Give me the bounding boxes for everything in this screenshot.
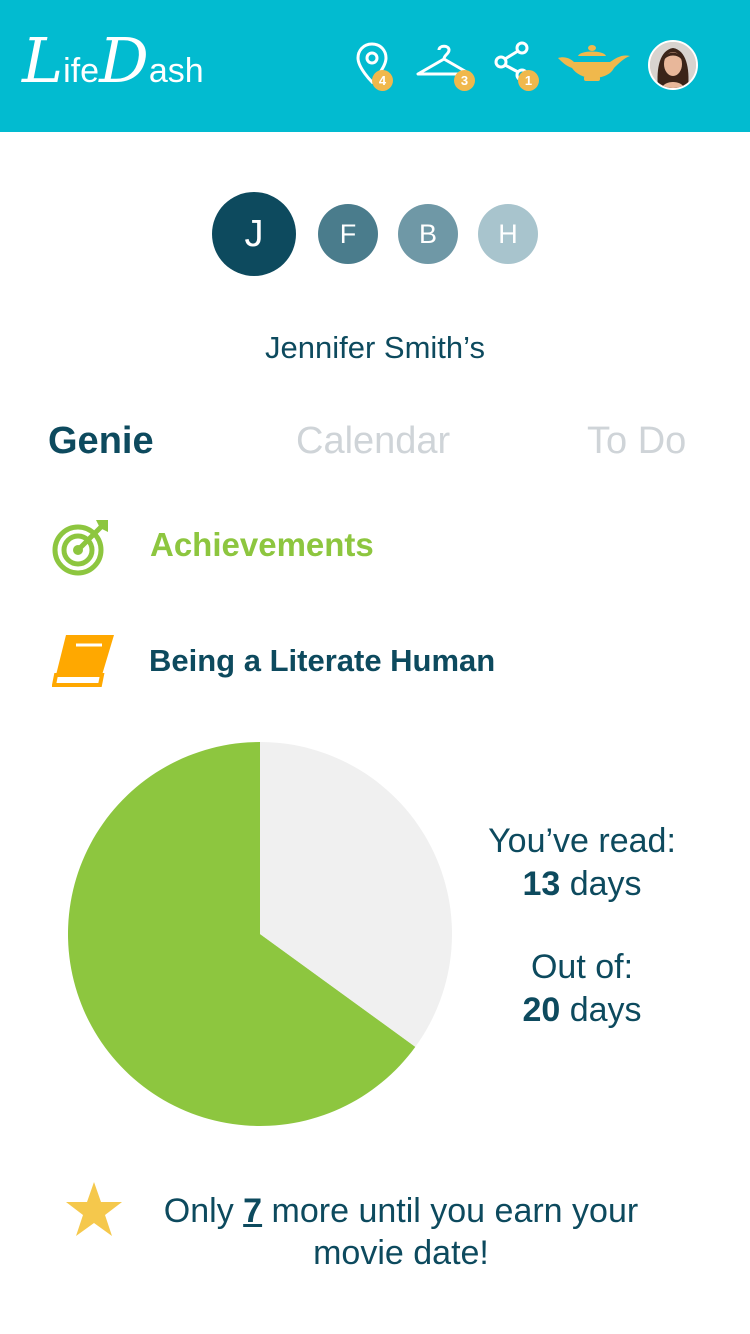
member-avatar-j[interactable]: J: [212, 192, 296, 276]
share-button[interactable]: 1: [492, 40, 542, 91]
total-label: Out of:: [530, 948, 634, 986]
reward-remaining: 7: [243, 1192, 263, 1230]
owner-name: Jennifer Smith’s: [265, 330, 485, 365]
logo-text-ash: ash: [148, 52, 204, 90]
read-value: 13: [522, 865, 561, 903]
location-button[interactable]: 4: [352, 40, 396, 91]
member-avatar-b[interactable]: B: [398, 204, 458, 264]
total-value: 20: [522, 991, 561, 1029]
logo-letter-l: L: [22, 24, 64, 97]
share-badge: 1: [518, 70, 539, 91]
location-badge: 4: [372, 70, 393, 91]
target-icon: [52, 520, 108, 576]
member-avatar-h[interactable]: H: [478, 204, 538, 264]
profile-avatar[interactable]: [648, 40, 698, 90]
app-logo[interactable]: LifeDash: [22, 30, 204, 92]
tab-calendar[interactable]: Calendar: [296, 420, 450, 463]
genie-button[interactable]: [556, 40, 632, 90]
goal-title: Being a Literate Human: [149, 643, 496, 678]
achievements-label: Achievements: [150, 526, 374, 563]
genie-lamp-icon: [558, 45, 630, 81]
read-unit: days: [569, 865, 642, 903]
reward-prefix: Only: [163, 1192, 234, 1230]
reward-message: Only 7 more until you earn your movie da…: [145, 1190, 657, 1274]
logo-letter-d: D: [99, 24, 149, 97]
member-avatar-f[interactable]: F: [318, 204, 378, 264]
reading-progress-pie: [67, 742, 453, 1126]
book-icon: [52, 635, 114, 687]
tab-todo[interactable]: To Do: [587, 420, 686, 463]
app-header: LifeDash 4 3 1: [0, 0, 750, 132]
tab-genie[interactable]: Genie: [48, 420, 154, 463]
logo-text-ife: ife: [63, 52, 100, 90]
reward-suffix: more until you earn your movie date!: [271, 1192, 639, 1272]
profile-photo-icon: [650, 42, 696, 88]
total-value-line: 20 days: [460, 989, 704, 1032]
achievements-row[interactable]: Achievements: [0, 510, 750, 580]
read-label: You’ve read:: [488, 822, 676, 860]
goal-row: Being a Literate Human: [0, 625, 750, 695]
read-stat: You’ve read: 13 days: [460, 820, 704, 906]
read-value-line: 13 days: [460, 863, 704, 906]
star-icon: [66, 1182, 122, 1236]
wardrobe-badge: 3: [454, 70, 475, 91]
total-unit: days: [569, 991, 642, 1029]
total-stat: Out of: 20 days: [460, 946, 704, 1032]
wardrobe-button[interactable]: 3: [414, 40, 476, 91]
